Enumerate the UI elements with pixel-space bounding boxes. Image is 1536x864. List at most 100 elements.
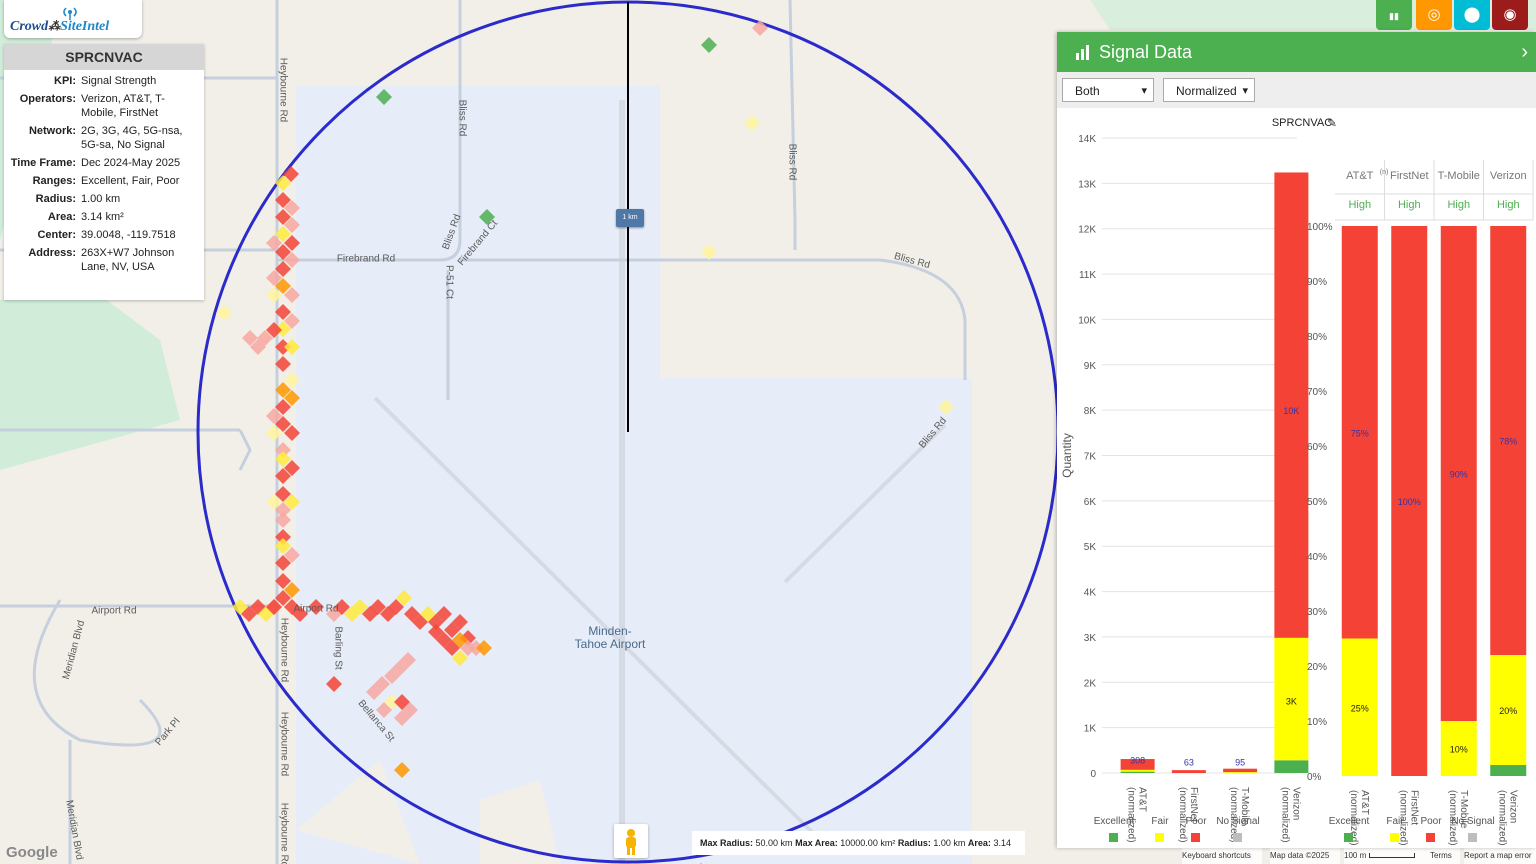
street-view-pegman[interactable] [614, 824, 648, 858]
street-label: P-51 Ct [443, 265, 455, 299]
legend-label: Excellent [1329, 816, 1370, 827]
legend-label: Poor [1420, 816, 1442, 827]
radius-label: Radius: [897, 838, 931, 848]
level-header: High [1447, 199, 1470, 211]
data-label: 95 [1235, 758, 1245, 768]
pct-data-label: 90% [1450, 470, 1468, 480]
legend-swatch[interactable] [1390, 833, 1399, 842]
airport-label: Minden- Tahoe Airport [574, 624, 646, 651]
bar-segment[interactable] [1223, 772, 1258, 774]
signal-panel-title: Signal Data [1099, 42, 1193, 62]
street-label: Airport Rd [91, 605, 137, 617]
bar-segment[interactable] [1120, 769, 1155, 772]
info-value: Excellent, Fair, Poor [81, 175, 180, 187]
logo-crowd: Crowd [10, 19, 49, 34]
max-radius-label: Max Radius: [700, 838, 754, 848]
target-icon: ◎ [1427, 6, 1441, 23]
bar-segment[interactable] [1120, 771, 1155, 773]
pct-tick-label: 10% [1307, 717, 1327, 728]
legend-label: Fair [1386, 816, 1404, 827]
area-label: Area: [967, 838, 991, 848]
street-label: Heybourne Rd [278, 617, 290, 683]
pct-tick-label: 0% [1307, 772, 1322, 783]
signal-tower-icon [63, 7, 77, 20]
bar-segment[interactable] [1223, 768, 1258, 773]
legend-swatch[interactable] [1233, 833, 1242, 842]
chart-button[interactable]: ▮▮ [1376, 0, 1412, 30]
pct-data-label: 25% [1351, 703, 1369, 713]
site-title: SPRCNVAC [4, 44, 204, 70]
pct-tick-label: 40% [1307, 552, 1327, 563]
legend-label: No Signal [1451, 816, 1494, 827]
location-pin-button[interactable]: ⬤ [1454, 0, 1490, 30]
y-tick-label: 10K [1078, 315, 1096, 326]
people-icon: ⁂ [48, 19, 61, 33]
pct-tick-label: 80% [1307, 332, 1327, 343]
chart-controls: Both Normalized [1057, 72, 1536, 108]
signal-panel-header: Signal Data › [1057, 32, 1536, 72]
bar-segment[interactable] [1274, 172, 1309, 638]
y-tick-label: 14K [1078, 134, 1096, 145]
info-key: Time Frame: [10, 157, 76, 169]
info-row: Center: 39.0048, -119.7518 [4, 228, 204, 242]
signal-charts: SPRCNVAC✎ 0 1K 2K 3K 4K 5K 6K 7K 8K 9K 10K 11K 12K 13K… [1060, 116, 1534, 846]
pct-data-label: 78% [1499, 437, 1517, 447]
info-key: Operators: [19, 93, 76, 105]
data-label: 63 [1184, 758, 1194, 768]
x-tick-label: Verizon(normalized) [1279, 787, 1301, 843]
info-row: Network: 2G, 3G, 4G, 5G-nsa, 5G-sa, No Si… [4, 124, 204, 152]
legend-swatch[interactable] [1191, 833, 1200, 842]
info-key: Radius: [35, 193, 76, 205]
google-logo[interactable]: Google [6, 844, 58, 861]
legend-swatch[interactable] [1344, 833, 1353, 842]
legend-label: Poor [1185, 816, 1207, 827]
signal-data-panel: Signal Data › Both Normalized SPRCNVAC✎ 0… [1057, 32, 1536, 848]
bar-segment[interactable] [1171, 770, 1206, 773]
radius-tag: 1 km [616, 209, 644, 227]
info-row: Area: 3.14 km² [4, 210, 204, 224]
legend-swatch[interactable] [1468, 833, 1477, 842]
info-row: Operators: Verizon, AT&T, T-Mobile, First… [4, 92, 204, 120]
pct-bar-segment[interactable] [1490, 765, 1527, 776]
view-select[interactable]: Normalized [1163, 78, 1255, 103]
pct-tick-label: 70% [1307, 387, 1327, 398]
street-label: Bliss Rd [456, 99, 468, 137]
pct-tick-label: 90% [1307, 277, 1327, 288]
info-row: KPI: Signal Strength [4, 74, 204, 88]
bar-chart-icon [1076, 45, 1089, 60]
legend-swatch[interactable] [1426, 833, 1435, 842]
street-label: Heybourne Rd [278, 802, 290, 864]
info-key: Network: [28, 125, 76, 137]
globe-icon: ◉ [1503, 6, 1517, 23]
scale-bar [1369, 853, 1416, 858]
y-tick-label: 3K [1084, 633, 1097, 644]
logo-siteintel: SiteIntel [60, 19, 110, 34]
pct-data-label: 100% [1398, 497, 1421, 507]
legend-swatch[interactable] [1109, 833, 1118, 842]
y-tick-label: 6K [1084, 497, 1097, 508]
app-root: Heybourne Rd Bliss Rd Bliss Rd Firebrand Rd… [0, 0, 1536, 864]
operator-header: AT&T [1346, 170, 1374, 182]
street-label: Airport Rd [293, 603, 339, 615]
y-tick-label: 7K [1084, 452, 1097, 463]
edit-pencil-icon[interactable]: ✎ [1327, 116, 1337, 130]
pct-tick-label: 100% [1307, 222, 1333, 233]
bar-segment[interactable] [1274, 760, 1309, 773]
location-pin-icon: ⬤ [1463, 6, 1481, 23]
info-value: 263X+W7 Johnson Lane, NV, USA [81, 247, 175, 273]
pct-tick-label: 20% [1307, 662, 1327, 673]
info-row: Address: 263X+W7 Johnson Lane, NV, USA [4, 246, 204, 274]
mode-select[interactable]: Both [1062, 78, 1154, 103]
globe-button[interactable]: ◉ [1492, 0, 1528, 30]
app-logo[interactable]: Crowd⁂SiteIntel [4, 0, 142, 38]
legend-swatch[interactable] [1155, 833, 1164, 842]
radius-info-box: Max Radius: 50.00 km Max Area: 10000.00 … [692, 831, 1025, 864]
collapse-chevron-icon[interactable]: › [1521, 32, 1528, 72]
y-tick-label: 11K [1079, 270, 1096, 281]
y-tick-label: 8K [1084, 406, 1097, 417]
target-button[interactable]: ◎ [1416, 0, 1452, 30]
info-value: 2G, 3G, 4G, 5G-nsa, 5G-sa, No Signal [81, 125, 183, 151]
x-tick-label: AT&T(normalized) [1126, 787, 1148, 843]
max-area-label: Max Area: [795, 838, 838, 848]
pct-tick-label: 60% [1307, 442, 1327, 453]
